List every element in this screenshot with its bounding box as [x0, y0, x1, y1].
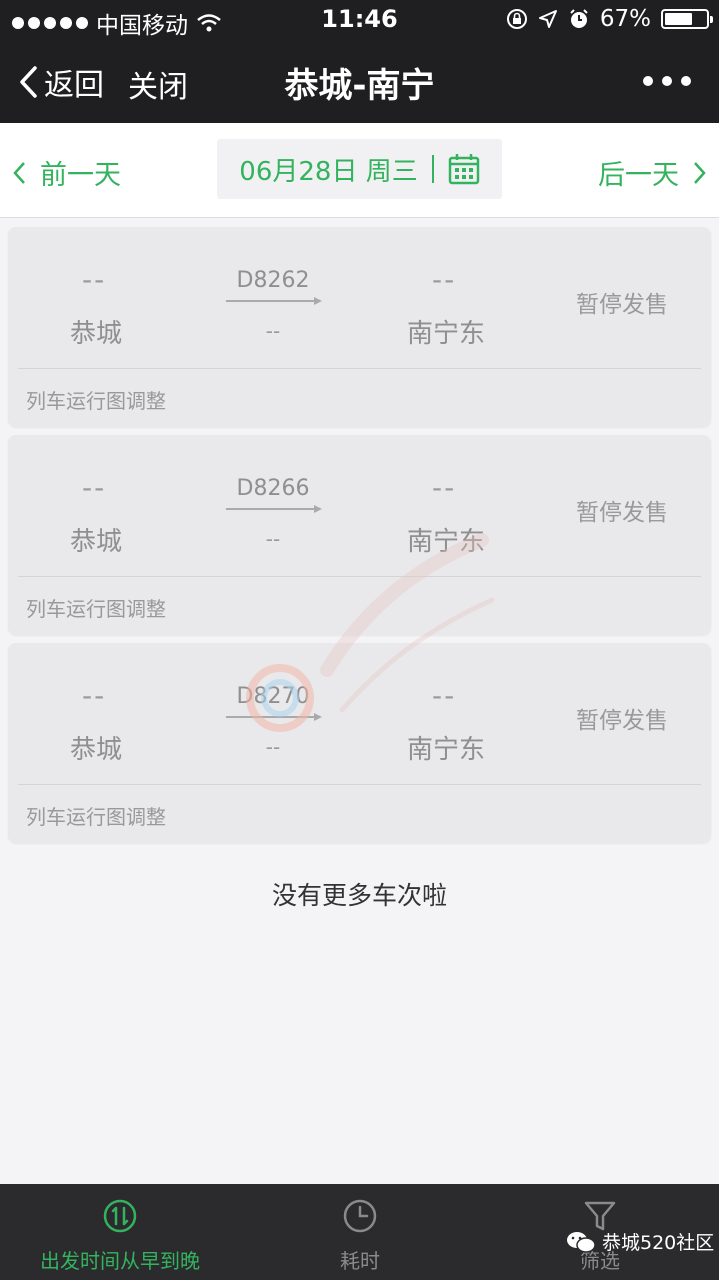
train-card[interactable]: -- 恭城 D8262 -- -- 南宁东 暂停发售 列车运行图调整: [8, 227, 711, 427]
top-bar: 中国移动 11:46 67% 返回 关闭 恭城-南宁: [0, 0, 719, 123]
card-divider: [18, 784, 701, 785]
departure-time: --: [82, 263, 107, 296]
arrow-right-icon: [226, 297, 322, 305]
battery-percent: 67%: [599, 6, 651, 32]
sort-duration-tab[interactable]: 耗时: [290, 1184, 430, 1280]
train-number: D8262: [236, 268, 310, 293]
card-divider: [18, 576, 701, 577]
sale-status: 暂停发售: [576, 500, 668, 526]
train-note: 列车运行图调整: [26, 805, 166, 829]
departure-time: --: [82, 679, 107, 712]
next-day-label: 后一天: [598, 160, 679, 191]
rotation-lock-icon: [506, 9, 527, 29]
departure-station: 恭城: [70, 735, 123, 765]
calendar-icon: [448, 154, 479, 185]
clock-icon: [343, 1199, 377, 1233]
arrival-time: --: [432, 471, 457, 504]
wechat-icon: [567, 1231, 596, 1253]
watermark-badge-text: 恭城520社区: [602, 1232, 715, 1254]
train-card[interactable]: -- 恭城 D8266 -- -- 南宁东 暂停发售 列车运行图调整: [8, 435, 711, 635]
departure-time: --: [82, 471, 107, 504]
arrival-time: --: [432, 263, 457, 296]
train-list: -- 恭城 D8262 -- -- 南宁东 暂停发售 列车运行图调整 -- 恭城…: [8, 227, 711, 851]
page-title: 恭城-南宁: [284, 66, 435, 106]
departure-station: 恭城: [70, 319, 123, 349]
more-menu-button[interactable]: [643, 76, 691, 86]
train-number: D8270: [236, 684, 310, 709]
sale-status: 暂停发售: [576, 292, 668, 318]
departure-station: 恭城: [70, 527, 123, 557]
arrival-station: 南宁东: [407, 527, 486, 557]
arrow-right-icon: [226, 713, 322, 721]
alarm-icon: [570, 9, 588, 28]
battery-icon: [661, 9, 713, 29]
card-divider: [18, 368, 701, 369]
next-day-button[interactable]: 后一天: [598, 153, 707, 192]
sort-departure-label: 出发时间从早到晚: [40, 1249, 200, 1273]
trip-duration: --: [265, 735, 281, 759]
arrival-time: --: [432, 679, 457, 712]
date-selector: 前一天 06月28日 周三 后一天: [0, 123, 719, 218]
arrow-right-icon: [226, 505, 322, 513]
date-picker-button[interactable]: 06月28日 周三: [217, 139, 502, 199]
prev-day-label: 前一天: [40, 160, 121, 191]
trip-duration: --: [265, 319, 281, 343]
more-dots-icon: [643, 76, 653, 86]
list-end-message: 没有更多车次啦: [271, 881, 447, 910]
sort-departure-tab[interactable]: 出发时间从早到晚: [20, 1184, 220, 1280]
train-note: 列车运行图调整: [26, 597, 166, 621]
status-bar: 中国移动 11:46 67%: [0, 0, 719, 40]
train-card[interactable]: -- 恭城 D8270 -- -- 南宁东 暂停发售 列车运行图调整: [8, 643, 711, 843]
sort-duration-label: 耗时: [340, 1249, 380, 1273]
train-number: D8266: [236, 476, 310, 501]
sort-icon: [103, 1199, 137, 1233]
chevron-left-icon: [13, 161, 25, 184]
chevron-right-icon: [694, 161, 706, 184]
watermark-badge: 恭城520社区: [566, 1228, 714, 1255]
arrival-station: 南宁东: [407, 735, 486, 765]
location-icon: [538, 10, 557, 28]
arrival-station: 南宁东: [407, 319, 486, 349]
nav-bar: 返回 关闭 恭城-南宁: [0, 40, 719, 123]
train-note: 列车运行图调整: [26, 389, 166, 413]
date-divider: [431, 155, 434, 183]
selected-date: 06月28日 周三: [239, 156, 418, 187]
trip-duration: --: [265, 527, 281, 551]
sale-status: 暂停发售: [576, 708, 668, 734]
prev-day-button[interactable]: 前一天: [12, 153, 121, 192]
